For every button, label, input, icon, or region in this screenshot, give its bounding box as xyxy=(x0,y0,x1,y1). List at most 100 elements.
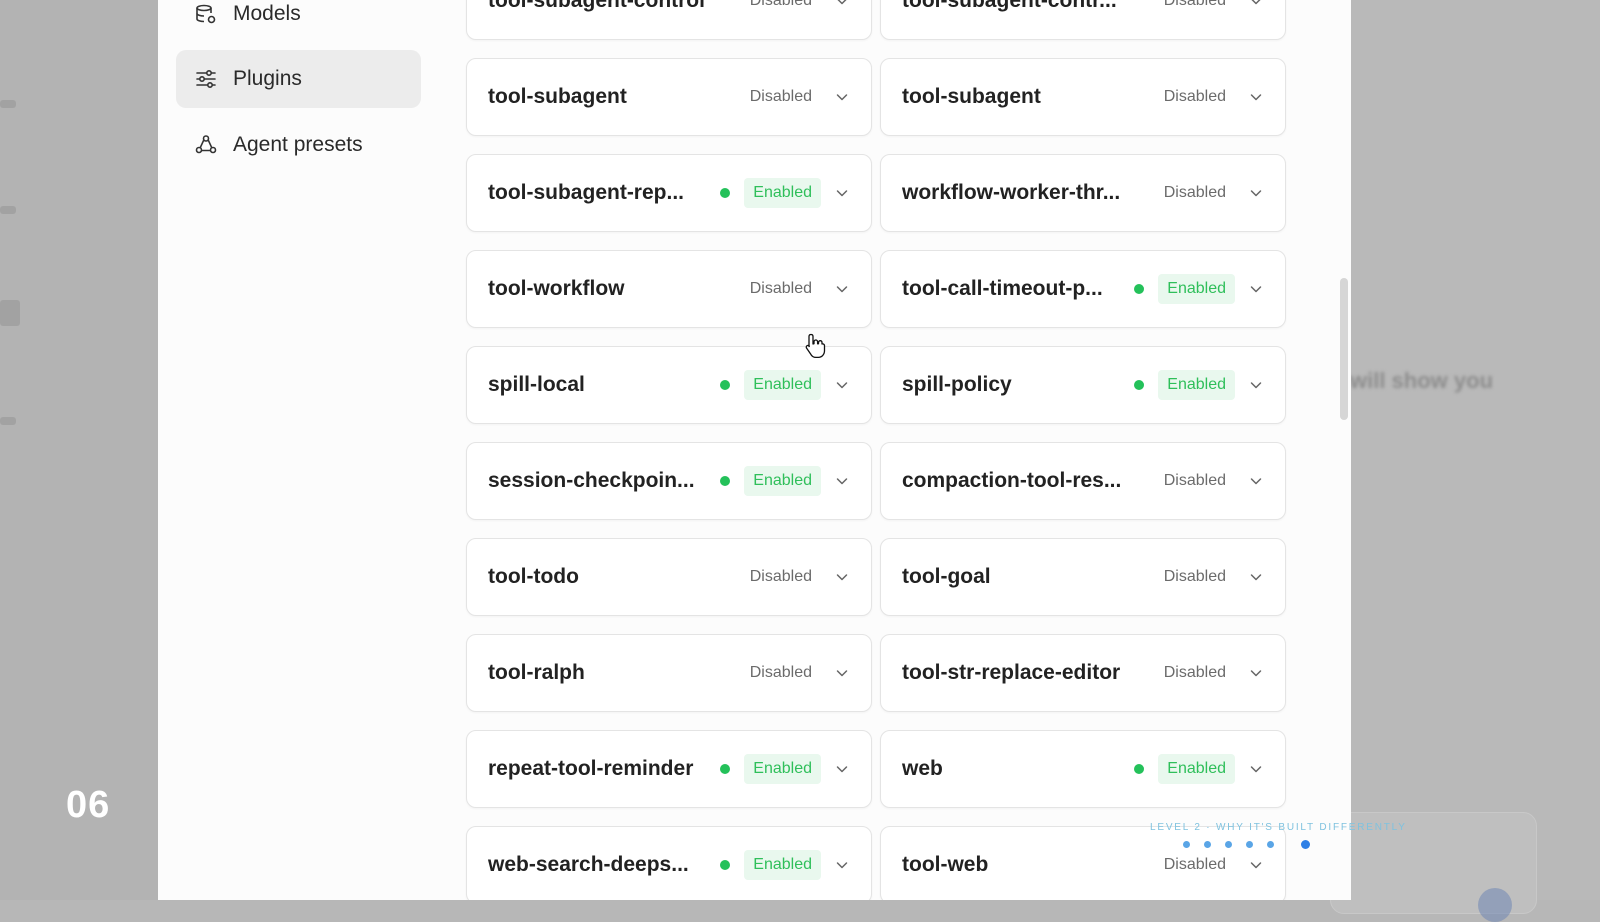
plugin-card[interactable]: tool-ralph Disabled xyxy=(466,634,872,712)
sidebar-item-agent-presets[interactable]: Agent presets xyxy=(176,116,421,174)
plugin-card[interactable]: tool-todo Disabled xyxy=(466,538,872,616)
chevron-down-icon[interactable] xyxy=(835,858,849,872)
background-ghost-item xyxy=(0,300,20,326)
status-select[interactable]: Disabled xyxy=(1164,568,1226,586)
chevron-down-icon[interactable] xyxy=(1249,90,1263,104)
status-select[interactable]: Disabled xyxy=(1164,472,1226,490)
status-select[interactable]: Enabled xyxy=(744,754,821,784)
status-dot-icon xyxy=(1134,284,1144,294)
plugin-card[interactable]: tool-subagent Disabled xyxy=(880,58,1286,136)
chevron-down-icon[interactable] xyxy=(835,90,849,104)
status-select[interactable]: Disabled xyxy=(750,0,812,10)
plugin-name: tool-ralph xyxy=(488,661,585,684)
background-ghost-item xyxy=(0,417,16,425)
background-ghost-text: will show you xyxy=(1350,368,1494,393)
status-select[interactable]: Enabled xyxy=(744,466,821,496)
background-ghost-button xyxy=(1478,888,1512,922)
plugin-name: tool-todo xyxy=(488,565,579,588)
plugin-card[interactable]: tool-subagent-contr... Disabled xyxy=(880,0,1286,40)
status-select[interactable]: Disabled xyxy=(750,664,812,682)
status-select[interactable]: Enabled xyxy=(1158,370,1235,400)
plugin-name: tool-subagent-control xyxy=(488,0,705,12)
sidebar-item-plugins[interactable]: Plugins xyxy=(176,50,421,108)
plugin-card[interactable]: session-checkpoin... Enabled xyxy=(466,442,872,520)
plugin-card[interactable]: tool-workflow Disabled xyxy=(466,250,872,328)
chevron-down-icon[interactable] xyxy=(1249,378,1263,392)
plugin-card[interactable]: tool-call-timeout-p... Enabled xyxy=(880,250,1286,328)
status-select[interactable]: Enabled xyxy=(744,178,821,208)
chevron-down-icon[interactable] xyxy=(1249,666,1263,680)
chevron-down-icon[interactable] xyxy=(1249,570,1263,584)
plugin-card[interactable]: tool-web Disabled xyxy=(880,826,1286,900)
slide-number: 06 xyxy=(66,784,111,826)
plugin-name: session-checkpoin... xyxy=(488,469,695,492)
status-select[interactable]: Disabled xyxy=(1164,184,1226,202)
plugin-name: tool-subagent xyxy=(902,85,1041,108)
chevron-down-icon[interactable] xyxy=(1249,474,1263,488)
plugin-card[interactable]: tool-subagent Disabled xyxy=(466,58,872,136)
chevron-down-icon[interactable] xyxy=(835,378,849,392)
sliders-icon xyxy=(195,68,217,90)
progress-dot[interactable] xyxy=(1246,841,1253,848)
hand-cursor-icon xyxy=(805,333,826,359)
chevron-down-icon[interactable] xyxy=(1249,186,1263,200)
sidebar-item-label: Models xyxy=(233,2,301,25)
progress-dot[interactable] xyxy=(1204,841,1211,848)
plugin-card[interactable]: repeat-tool-reminder Enabled xyxy=(466,730,872,808)
progress-dot[interactable] xyxy=(1225,841,1232,848)
chevron-down-icon[interactable] xyxy=(835,0,849,8)
plugin-name: tool-web xyxy=(902,853,989,876)
progress-dot[interactable] xyxy=(1301,840,1310,849)
chevron-down-icon[interactable] xyxy=(835,570,849,584)
plugin-card[interactable]: spill-policy Enabled xyxy=(880,346,1286,424)
progress-caption: LEVEL 2 · WHY IT'S BUILT DIFFERENTLY xyxy=(1150,822,1407,833)
plugin-name: tool-call-timeout-p... xyxy=(902,277,1103,300)
plugin-name: compaction-tool-res... xyxy=(902,469,1122,492)
chevron-down-icon[interactable] xyxy=(1249,762,1263,776)
chevron-down-icon[interactable] xyxy=(835,762,849,776)
plugin-card[interactable]: web Enabled xyxy=(880,730,1286,808)
sidebar-item-models[interactable]: Models xyxy=(176,0,421,43)
status-select[interactable]: Enabled xyxy=(744,850,821,880)
plugin-card[interactable]: workflow-worker-thr... Disabled xyxy=(880,154,1286,232)
plugin-card[interactable]: tool-goal Disabled xyxy=(880,538,1286,616)
database-gear-icon xyxy=(195,3,217,25)
plugin-card[interactable]: compaction-tool-res... Disabled xyxy=(880,442,1286,520)
status-select[interactable]: Disabled xyxy=(750,88,812,106)
plugin-card[interactable]: web-search-deeps... Enabled xyxy=(466,826,872,900)
chevron-down-icon[interactable] xyxy=(1249,282,1263,296)
progress-dot[interactable] xyxy=(1267,841,1274,848)
chevron-down-icon[interactable] xyxy=(835,474,849,488)
status-dot-icon xyxy=(720,860,730,870)
progress-dot[interactable] xyxy=(1183,841,1190,848)
status-select[interactable]: Enabled xyxy=(1158,274,1235,304)
chevron-down-icon[interactable] xyxy=(835,186,849,200)
plugin-name: tool-goal xyxy=(902,565,991,588)
plugin-name: web-search-deeps... xyxy=(488,853,689,876)
plugin-card[interactable]: tool-str-replace-editor Disabled xyxy=(880,634,1286,712)
plugin-name: tool-subagent-contr... xyxy=(902,0,1117,12)
plugin-card[interactable]: tool-subagent-control Disabled xyxy=(466,0,872,40)
chevron-down-icon[interactable] xyxy=(1249,0,1263,8)
status-select[interactable]: Disabled xyxy=(1164,856,1226,874)
status-select[interactable]: Disabled xyxy=(1164,0,1226,10)
plugin-card[interactable]: tool-subagent-rep... Enabled xyxy=(466,154,872,232)
sidebar-item-label: Plugins xyxy=(233,67,302,90)
plugin-name: tool-subagent-rep... xyxy=(488,181,684,204)
plugin-name: web xyxy=(902,757,943,780)
status-select[interactable]: Disabled xyxy=(750,280,812,298)
scrollbar-thumb[interactable] xyxy=(1340,278,1348,420)
status-select[interactable]: Enabled xyxy=(1158,754,1235,784)
chevron-down-icon[interactable] xyxy=(835,282,849,296)
chevron-down-icon[interactable] xyxy=(835,666,849,680)
status-dot-icon xyxy=(720,380,730,390)
status-select[interactable]: Disabled xyxy=(1164,664,1226,682)
status-dot-icon xyxy=(720,188,730,198)
status-select[interactable]: Disabled xyxy=(750,568,812,586)
status-select[interactable]: Enabled xyxy=(744,370,821,400)
chevron-down-icon[interactable] xyxy=(1249,858,1263,872)
plugin-name: tool-workflow xyxy=(488,277,625,300)
status-select[interactable]: Disabled xyxy=(1164,88,1226,106)
sidebar-item-label: Agent presets xyxy=(233,133,363,156)
status-dot-icon xyxy=(720,476,730,486)
